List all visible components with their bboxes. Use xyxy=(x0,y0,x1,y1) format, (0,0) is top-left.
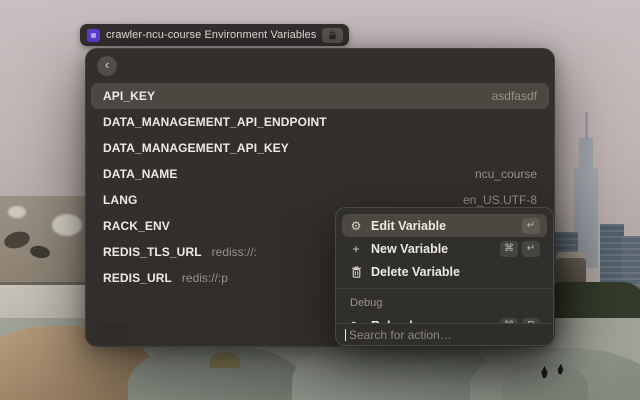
trash-icon xyxy=(349,266,363,278)
chevron-left-icon: ‹ xyxy=(104,57,110,72)
graffiti-mark xyxy=(8,206,26,218)
grass xyxy=(210,352,240,368)
text-cursor xyxy=(345,328,346,341)
return-key: ↵ xyxy=(522,240,540,257)
action-search-input[interactable]: Search for action… xyxy=(336,323,553,345)
command-key: ⌘ xyxy=(500,240,518,257)
return-key: ↵ xyxy=(522,217,540,234)
lock-badge xyxy=(322,27,344,43)
env-row-data-management-api-key[interactable]: DATA_MANAGEMENT_API_KEY xyxy=(91,135,549,161)
menu-item-edit-variable[interactable]: ⚙ Edit Variable ↵ xyxy=(342,214,547,237)
window-title-pill[interactable]: crawler-ncu-course Environment Variables xyxy=(80,24,350,46)
window-header: ‹ xyxy=(86,49,554,82)
action-menu: ⚙ Edit Variable ↵ + New Variable ⌘ ↵ Del… xyxy=(335,207,554,346)
shortcut-keys: ↵ xyxy=(522,217,540,234)
extension-icon xyxy=(87,28,100,42)
back-button[interactable]: ‹ xyxy=(97,55,117,76)
env-row-data-name[interactable]: DATA_NAME ncu_course xyxy=(91,161,549,187)
lock-icon xyxy=(329,30,337,39)
window-title: crawler-ncu-course Environment Variables xyxy=(106,29,317,41)
env-row-data-management-api-endpoint[interactable]: DATA_MANAGEMENT_API_ENDPOINT xyxy=(91,109,549,135)
skyscraper-upper xyxy=(579,138,593,172)
search-placeholder: Search for action… xyxy=(349,327,452,342)
menu-item-new-variable[interactable]: + New Variable ⌘ ↵ xyxy=(342,237,547,260)
skyscraper-spire xyxy=(585,112,588,140)
menu-item-delete-variable[interactable]: Delete Variable xyxy=(342,260,547,283)
gear-icon: ⚙ xyxy=(350,218,362,233)
env-row-api-key[interactable]: API_KEY asdfasdf xyxy=(91,83,549,109)
graffiti-mark xyxy=(52,214,82,236)
plus-icon: + xyxy=(352,241,360,256)
shortcut-keys: ⌘ ↵ xyxy=(500,240,540,257)
menu-section-debug: Debug xyxy=(350,297,383,309)
